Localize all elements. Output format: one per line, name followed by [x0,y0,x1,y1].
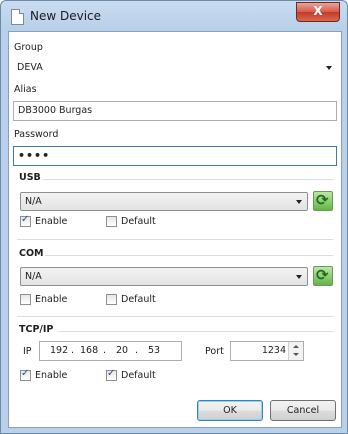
com-section-bottom [17,316,333,317]
close-button[interactable]: X [296,2,340,22]
com-enable-label: Enable [35,294,68,305]
password-input[interactable]: •••• [13,146,337,166]
checkbox-checked-icon [20,368,31,381]
tcpip-section-title: TCP/IP [19,324,54,335]
group-dropdown[interactable]: DEVA [13,59,337,78]
checkbox-unchecked-icon [106,294,117,305]
group-label: Group [14,42,43,53]
alias-label: Alias [14,84,37,95]
ip-octet-2[interactable]: 168 [80,345,98,356]
usb-port-value: N/A [25,196,42,207]
ok-button[interactable]: OK [197,400,263,421]
ip-octet-1[interactable]: 192 [50,345,68,356]
usb-enable-label: Enable [35,216,68,227]
cancel-button[interactable]: Cancel [270,400,336,421]
usb-default-label: Default [121,216,156,227]
ip-address-input[interactable]: 192 . 168 . 20 . 53 [39,341,182,361]
tcpip-default-label: Default [121,370,156,381]
tcpip-default-checkbox[interactable]: Default [106,368,156,381]
title-bar[interactable]: New Device X [1,1,347,31]
com-section-divider [45,255,333,256]
group-value: DEVA [17,62,43,73]
checkbox-checked-icon [20,214,31,227]
port-label: Port [205,346,224,357]
com-section-title: COM [19,248,44,259]
com-enable-checkbox[interactable]: Enable [20,294,67,305]
tcpip-enable-label: Enable [35,370,68,381]
com-port-value: N/A [25,271,42,282]
checkbox-unchecked-icon [106,216,117,227]
port-value: 1234 [261,345,286,356]
password-label: Password [14,129,59,140]
alias-input[interactable]: DB3000 Burgas [13,101,337,121]
com-default-label: Default [121,294,156,305]
dialog-client-area: Group DEVA Alias DB3000 Burgas Password … [8,31,342,428]
usb-enable-checkbox[interactable]: Enable [20,214,68,227]
port-stepper[interactable]: 1234 [230,341,304,361]
checkbox-checked-icon [106,368,117,381]
ip-label: IP [23,346,32,357]
com-default-checkbox[interactable]: Default [106,294,156,305]
stepper-arrows-icon[interactable] [288,342,303,360]
com-refresh-icon[interactable] [313,266,333,286]
usb-default-checkbox[interactable]: Default [106,216,156,227]
window-title: New Device [30,9,102,23]
dialog-window: New Device X Group DEVA Alias DB3000 Bur… [0,0,348,434]
ip-octet-4[interactable]: 53 [148,345,160,356]
chevron-down-icon [296,275,302,279]
com-port-dropdown[interactable]: N/A [20,267,308,286]
document-icon [11,9,24,25]
chevron-down-icon [296,200,302,204]
usb-section-title: USB [19,172,41,183]
usb-port-dropdown[interactable]: N/A [20,192,308,211]
usb-section-bottom [17,239,333,240]
ip-octet-3[interactable]: 20 [116,345,128,356]
tcpip-section-divider [59,331,333,332]
checkbox-unchecked-icon [20,294,31,305]
tcpip-enable-checkbox[interactable]: Enable [20,368,68,381]
usb-refresh-icon[interactable] [313,191,333,211]
usb-section-divider [43,179,333,180]
chevron-down-icon [326,66,332,70]
